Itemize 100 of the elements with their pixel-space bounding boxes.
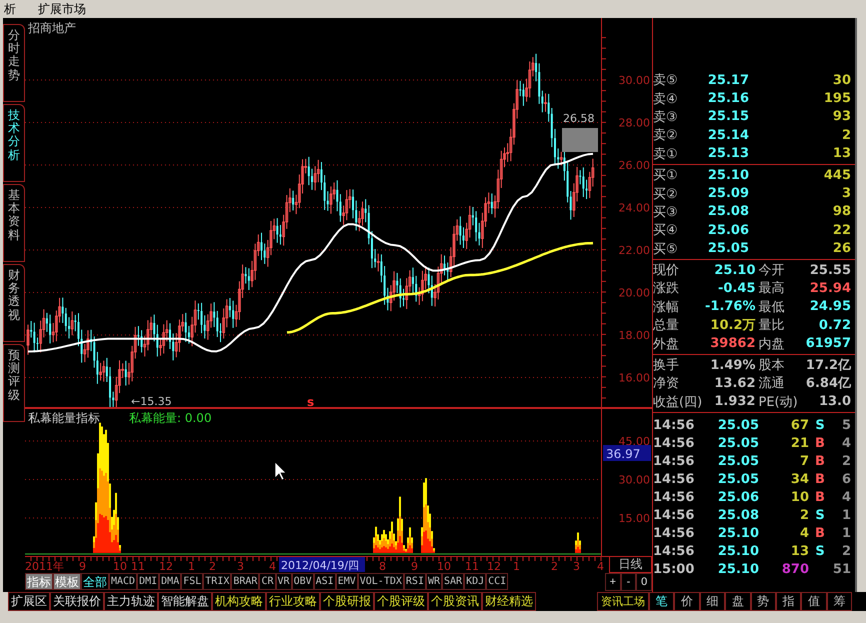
bottom-tab[interactable]: 财经精选 — [482, 592, 536, 611]
price-axis-label: 20.00 — [618, 286, 650, 300]
panel-tab[interactable]: 值 — [801, 592, 827, 611]
order-volume: 30 — [832, 72, 852, 88]
panel-tab[interactable]: 细 — [700, 592, 726, 611]
order-price: 25.16 — [706, 91, 749, 106]
quote-label: 涨跌 — [653, 280, 680, 298]
bottom-tab[interactable]: 行业攻略 — [266, 592, 320, 611]
indicator-tab[interactable]: EMV — [336, 573, 358, 590]
order-price: 25.09 — [706, 186, 749, 202]
tick-count: 5 — [840, 418, 852, 433]
tick-price: 25.05 — [716, 418, 759, 433]
stat-label: 股本 — [758, 357, 784, 374]
order-level-label: 卖⑤ — [653, 72, 679, 90]
tick-volume: 4 — [798, 526, 809, 541]
panel-tab[interactable]: 笔 — [649, 592, 674, 611]
time-axis-label: 10 — [437, 560, 451, 573]
panel-tab[interactable]: 价 — [674, 592, 700, 611]
stat-value: 1.932 — [713, 394, 756, 410]
quote-value: 0.72 — [818, 318, 852, 333]
indicator-tab[interactable]: SAR — [442, 573, 464, 590]
indicator-tab[interactable]: CCI — [486, 573, 508, 590]
stat-label: 收益(四) — [653, 394, 702, 411]
bottom-tab[interactable]: 个股评级 — [374, 592, 428, 611]
tick-count: 1 — [840, 526, 852, 541]
order-price: 25.08 — [706, 204, 749, 220]
indicator-tab[interactable]: ASI — [314, 573, 336, 590]
quote-value: 24.95 — [808, 299, 852, 314]
indicator-reading: 私幕能量: 0.00 — [129, 411, 212, 425]
indicator-tab[interactable]: 模板 — [53, 573, 81, 590]
side-tab[interactable]: 基本资料 — [3, 184, 25, 262]
panel-tab[interactable]: 盘 — [725, 592, 750, 611]
time-axis-label: 2 — [209, 560, 216, 573]
quote-value: 25.55 — [808, 262, 852, 278]
side-tab[interactable]: 预测评级 — [3, 344, 25, 422]
quote-value: 39862 — [709, 336, 756, 352]
tick-volume: 10 — [790, 490, 809, 505]
bottom-tab[interactable]: 智能解盘 — [158, 592, 212, 611]
indicator-tab[interactable]: TRIX — [203, 573, 232, 590]
zoom-button[interactable]: 0 — [636, 573, 652, 591]
price-axis-label: 18.00 — [618, 329, 650, 342]
indicator-tab[interactable]: RSI — [404, 573, 426, 590]
order-volume: 93 — [832, 109, 852, 124]
indicator-tab[interactable]: WR — [426, 573, 442, 590]
side-tab[interactable]: 财务透视 — [3, 264, 25, 342]
indicator-tab[interactable]: DMA — [159, 573, 182, 590]
time-axis-label: 9 — [411, 560, 418, 573]
indicator-tab[interactable]: BRAR — [231, 573, 260, 590]
order-volume: 3 — [840, 186, 852, 202]
stat-value: 13.62 — [713, 376, 756, 391]
tick-volume: 870 — [780, 562, 809, 577]
time-axis-label: 2011年 — [25, 560, 64, 573]
low-price-label: ←15.35 — [131, 395, 172, 408]
side-tab[interactable]: 技术分析 — [3, 104, 25, 182]
indicator-tab[interactable]: DMI — [137, 573, 160, 590]
indicator-tab[interactable]: VR — [276, 573, 292, 590]
indicator-tab[interactable]: CR — [259, 573, 276, 590]
indicator-tab[interactable]: MACD — [109, 573, 138, 590]
panel-tab[interactable]: 势 — [750, 592, 776, 611]
menu-item[interactable]: 扩展市场 — [34, 0, 90, 18]
period-label[interactable]: 日线 — [609, 556, 652, 573]
indicator-tab[interactable]: 全部 — [81, 573, 109, 590]
tick-side: S — [815, 418, 825, 433]
quote-label: 涨幅 — [653, 298, 680, 316]
tick-time: 14:56 — [653, 526, 696, 541]
tick-volume: 21 — [790, 436, 809, 451]
tick-count: 4 — [840, 490, 852, 505]
time-axis-label: 3 — [237, 560, 244, 573]
stat-value: 13.0 — [818, 394, 852, 410]
side-tab[interactable]: 分时走势 — [3, 24, 25, 102]
tick-side: B — [815, 454, 825, 469]
tick-price: 25.08 — [716, 508, 759, 523]
indicator-tab[interactable]: KDJ — [464, 573, 486, 590]
indicator-tab[interactable]: OBV — [292, 573, 314, 590]
menu-item[interactable]: 析 — [0, 0, 20, 18]
time-axis-label: 3 — [573, 560, 580, 573]
panel-tab[interactable]: 指 — [776, 592, 802, 611]
bottom-tab[interactable]: 个股资讯 — [428, 592, 482, 611]
indicator-axis-label: 15.00 — [618, 512, 650, 525]
indicator-tab[interactable]: 指标 — [25, 573, 53, 590]
time-axis-label: 2 — [551, 560, 558, 573]
bottom-tab[interactable]: 机构攻略 — [212, 592, 266, 611]
bottom-tab[interactable]: 主力轨迹 — [104, 592, 158, 611]
panel-tab[interactable]: 筹 — [826, 592, 852, 611]
tick-time: 14:56 — [653, 508, 696, 523]
order-volume: 98 — [832, 204, 852, 220]
bottom-tab[interactable]: 关联报价 — [50, 592, 104, 611]
info-workshop-button[interactable]: 资讯工场 — [597, 592, 649, 611]
zoom-button[interactable]: + — [605, 573, 621, 591]
tick-side: S — [815, 544, 825, 559]
order-level-label: 买④ — [653, 222, 679, 240]
indicator-tab[interactable]: FSL — [181, 573, 204, 590]
quote-value: 10.2万 — [709, 317, 756, 334]
bottom-tab[interactable]: 扩展区 — [8, 592, 50, 611]
zoom-button[interactable]: - — [620, 573, 636, 591]
indicator-tab[interactable]: VOL-TDX — [358, 573, 404, 590]
tick-price: 25.05 — [716, 454, 759, 469]
stat-label: 净资 — [653, 375, 680, 392]
bottom-tab[interactable]: 个股研报 — [320, 592, 374, 611]
tick-price: 25.10 — [716, 544, 759, 559]
